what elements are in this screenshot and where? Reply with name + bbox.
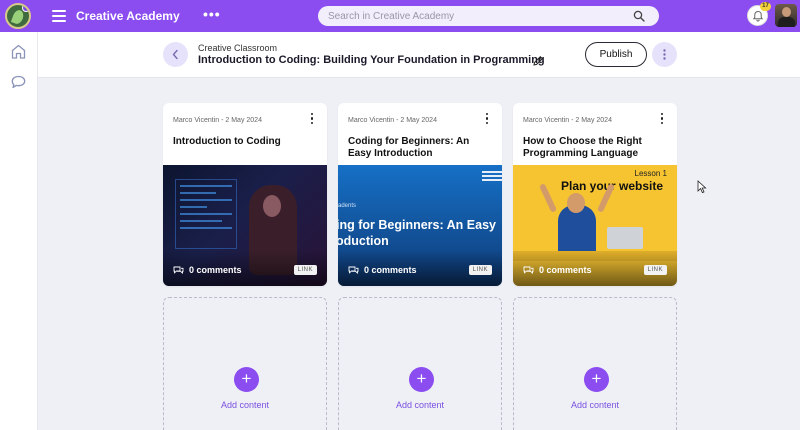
link-badge: LINK — [293, 265, 317, 275]
academy-logo[interactable] — [5, 3, 31, 29]
logo-status-dot — [22, 5, 29, 12]
add-content-card[interactable]: + Add content — [163, 297, 327, 430]
card-kebab-icon[interactable] — [659, 113, 665, 127]
search-input[interactable] — [328, 8, 628, 24]
notification-count-badge: 17 — [760, 2, 771, 11]
add-content-label[interactable]: Add content — [339, 400, 501, 410]
content-card[interactable]: Marco Vicentin - 2 May 2024 Introduction… — [163, 103, 327, 286]
thumbnail-caption: adents — [338, 203, 357, 209]
card-title[interactable]: Coding for Beginners: An Easy Introducti… — [348, 136, 494, 160]
breadcrumb[interactable]: Creative Classroom — [198, 43, 277, 53]
search-bar[interactable] — [318, 6, 659, 26]
comments-count: 0 comments — [539, 265, 592, 275]
card-thumbnail[interactable]: adents ing for Beginners: An Easy oducti… — [338, 165, 502, 286]
plus-icon[interactable]: + — [409, 367, 434, 392]
user-avatar[interactable] — [775, 4, 797, 27]
card-thumbnail[interactable]: Lesson 1 Plan your website 0 comments LI… — [513, 165, 677, 286]
card-meta: Marco Vicentin - 2 May 2024 — [523, 117, 612, 124]
add-content-label[interactable]: Add content — [514, 400, 676, 410]
comments-icon — [173, 266, 184, 274]
content-card[interactable]: Marco Vicentin - 2 May 2024 How to Choos… — [513, 103, 677, 286]
hamburger-menu-icon[interactable] — [52, 10, 66, 22]
page-title: Introduction to Coding: Building Your Fo… — [198, 54, 545, 66]
add-content-card[interactable]: + Add content — [513, 297, 677, 430]
add-content-card[interactable]: + Add content — [338, 297, 502, 430]
comments-link[interactable]: 0 comments — [173, 265, 242, 275]
card-title[interactable]: Introduction to Coding — [173, 136, 319, 148]
chevron-left-icon — [172, 49, 178, 60]
bell-icon — [752, 10, 764, 22]
course-header: Creative Classroom Introduction to Codin… — [38, 32, 800, 78]
card-title[interactable]: How to Choose the Right Programming Lang… — [523, 136, 669, 160]
comments-count: 0 comments — [364, 265, 417, 275]
ibm-logo — [482, 171, 502, 183]
comments-count: 0 comments — [189, 265, 242, 275]
home-icon[interactable] — [10, 43, 27, 60]
card-meta: Marco Vicentin - 2 May 2024 — [348, 117, 437, 124]
content-card[interactable]: Marco Vicentin - 2 May 2024 Coding for B… — [338, 103, 502, 286]
top-bar: Creative Academy ••• 17 — [0, 0, 800, 32]
card-meta: Marco Vicentin - 2 May 2024 — [173, 117, 262, 124]
thumbnail-lesson-label: Lesson 1 — [634, 169, 667, 178]
comments-link[interactable]: 0 comments — [523, 265, 592, 275]
kebab-icon — [663, 49, 666, 60]
link-badge: LINK — [468, 265, 492, 275]
sidebar — [0, 32, 38, 430]
add-content-label[interactable]: Add content — [164, 400, 326, 410]
back-button[interactable] — [163, 42, 188, 67]
search-icon[interactable] — [633, 10, 645, 22]
more-options-icon[interactable]: ••• — [203, 6, 221, 22]
comments-icon — [348, 266, 359, 274]
chat-icon[interactable] — [10, 74, 27, 91]
plus-icon[interactable]: + — [584, 367, 609, 392]
thumbnail-headline: ing for Beginners: An Easy oduction — [338, 218, 496, 248]
app-title[interactable]: Creative Academy — [76, 9, 180, 23]
link-badge: LINK — [643, 265, 667, 275]
pencil-icon[interactable] — [532, 55, 544, 67]
publish-button[interactable]: Publish — [585, 42, 647, 67]
card-kebab-icon[interactable] — [484, 113, 490, 127]
header-more-button[interactable] — [652, 42, 677, 67]
card-thumbnail[interactable]: 0 comments LINK — [163, 165, 327, 286]
mouse-cursor-icon — [697, 180, 707, 194]
card-kebab-icon[interactable] — [309, 113, 315, 127]
plus-icon[interactable]: + — [234, 367, 259, 392]
comments-link[interactable]: 0 comments — [348, 265, 417, 275]
comments-icon — [523, 266, 534, 274]
